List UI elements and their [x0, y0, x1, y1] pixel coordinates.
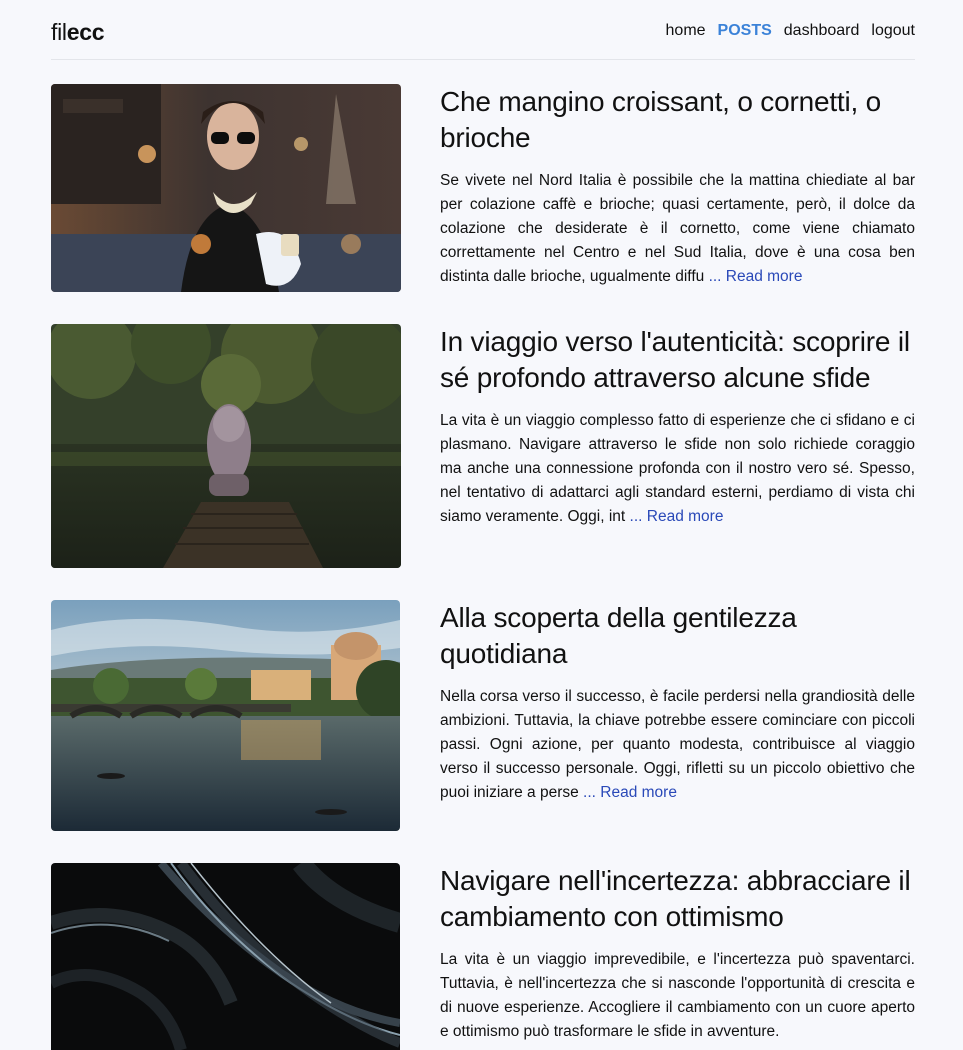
post-excerpt: Nella corsa verso il successo, è facile … — [440, 685, 915, 805]
site-header: filecc home POSTS dashboard logout — [51, 0, 915, 60]
post-card: In viaggio verso l'autenticità: scoprire… — [51, 324, 915, 568]
logo-bold: ecc — [66, 19, 105, 45]
post-excerpt-text: La vita è un viaggio imprevedibile, e l'… — [440, 951, 915, 1040]
post-image-lake-dock — [51, 324, 401, 568]
read-more-link[interactable]: ... Read more — [583, 784, 677, 801]
post-image-croissant — [51, 84, 401, 292]
nav-posts[interactable]: POSTS — [718, 21, 772, 41]
post-title[interactable]: Alla scoperta della gentilezza quotidian… — [440, 600, 915, 672]
post-excerpt-text: Se vivete nel Nord Italia è possibile ch… — [440, 172, 915, 285]
main-nav: home POSTS dashboard logout — [666, 21, 915, 41]
read-more-link[interactable]: ... Read more — [630, 508, 724, 525]
post-content: Alla scoperta della gentilezza quotidian… — [440, 600, 915, 805]
post-thumbnail[interactable] — [51, 324, 401, 568]
post-thumbnail[interactable] — [51, 84, 401, 292]
post-content: Che mangino croissant, o cornetti, o bri… — [440, 84, 915, 289]
post-content: Navigare nell'incertezza: abbracciare il… — [440, 863, 915, 1044]
post-excerpt: La vita è un viaggio complesso fatto di … — [440, 409, 915, 529]
site-logo[interactable]: filecc — [51, 18, 105, 46]
post-title[interactable]: Che mangino croissant, o cornetti, o bri… — [440, 84, 915, 156]
post-thumbnail[interactable] — [51, 863, 400, 1050]
post-thumbnail[interactable] — [51, 600, 400, 831]
post-image-river-bridge — [51, 600, 400, 831]
logo-light: fil — [51, 19, 67, 45]
post-excerpt: La vita è un viaggio imprevedibile, e l'… — [440, 948, 915, 1044]
nav-logout[interactable]: logout — [871, 21, 915, 41]
page: filecc home POSTS dashboard logout Che m… — [0, 0, 963, 1050]
nav-dashboard[interactable]: dashboard — [784, 21, 860, 41]
post-content: In viaggio verso l'autenticità: scoprire… — [440, 324, 915, 529]
post-excerpt: Se vivete nel Nord Italia è possibile ch… — [440, 169, 915, 289]
nav-home[interactable]: home — [666, 21, 706, 41]
post-title[interactable]: In viaggio verso l'autenticità: scoprire… — [440, 324, 915, 396]
post-card: Alla scoperta della gentilezza quotidian… — [51, 600, 915, 831]
post-image-abstract-curves — [51, 863, 400, 1050]
post-card: Navigare nell'incertezza: abbracciare il… — [51, 863, 915, 1050]
post-excerpt-text: Nella corsa verso il successo, è facile … — [440, 688, 915, 801]
read-more-link[interactable]: ... Read more — [709, 268, 803, 285]
post-card: Che mangino croissant, o cornetti, o bri… — [51, 84, 915, 292]
post-title[interactable]: Navigare nell'incertezza: abbracciare il… — [440, 863, 915, 935]
